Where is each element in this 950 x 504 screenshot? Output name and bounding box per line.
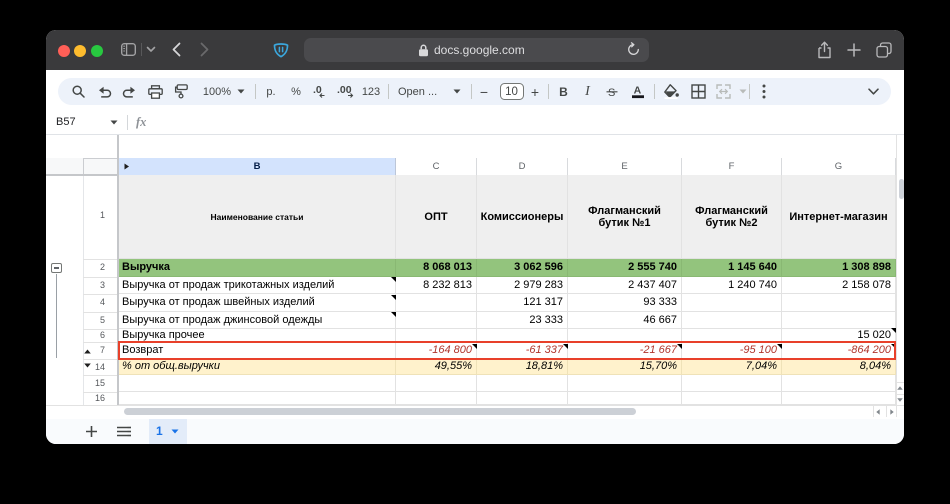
svg-text:S: S — [608, 87, 615, 99]
svg-text:A: A — [634, 85, 642, 97]
svg-text:.00: .00 — [337, 84, 352, 96]
